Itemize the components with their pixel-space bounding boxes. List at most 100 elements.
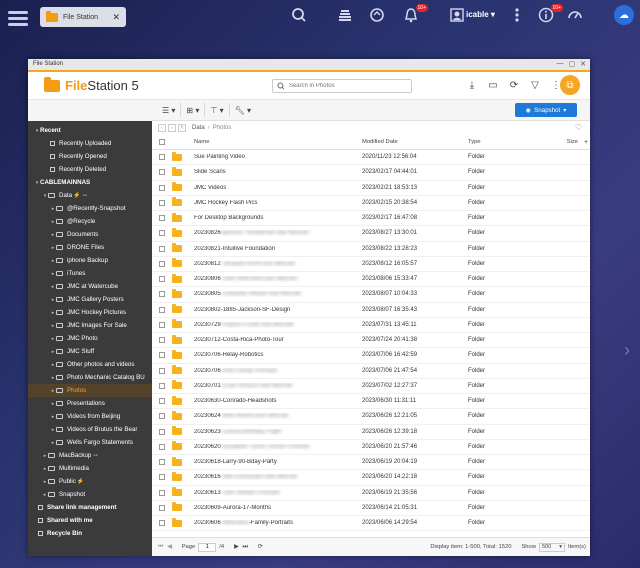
sidebar-item-data-child[interactable]: ▸ Videos of Brutus the Bear — [28, 423, 152, 436]
row-checkbox[interactable] — [159, 260, 165, 267]
row-checkbox[interactable] — [159, 276, 165, 283]
last-page-icon[interactable]: ⏭ — [243, 544, 248, 551]
sidebar-item-data-child[interactable]: ▸ Photo Mechanic Catalog BU — [28, 371, 152, 384]
row-checkbox[interactable] — [159, 352, 165, 359]
row-checkbox[interactable] — [159, 413, 165, 420]
sidebar-item-data-child[interactable]: ▸ Wells Fargo Statements — [28, 436, 152, 449]
first-page-icon[interactable]: ⏮ — [158, 544, 163, 551]
row-checkbox[interactable] — [159, 291, 165, 298]
sidebar-item-data[interactable]: ▾ Data ⚡ ▪▪ — [28, 189, 152, 202]
row-checkbox[interactable] — [159, 398, 165, 405]
sidebar-item-public[interactable]: ▸ Public ⚡ — [28, 475, 152, 488]
sidebar-item-data-child[interactable]: ▸ JMC Images For Sale — [28, 319, 152, 332]
row-checkbox[interactable] — [159, 504, 165, 511]
next-page-icon[interactable]: ▶ — [234, 544, 238, 550]
sidebar-item-data-child[interactable]: ▸ JMC Photo — [28, 332, 152, 345]
table-row[interactable]: 20230806-Seth-Weinstein-Bar-Mitzvah 2023/… — [152, 272, 590, 288]
search-icon[interactable] — [290, 6, 308, 24]
sidebar-item-shared-with-me[interactable]: Shared with me — [28, 514, 152, 527]
main-menu-icon[interactable] — [8, 8, 28, 28]
sidebar-item-data-child[interactable]: ▸ Photos — [28, 384, 152, 397]
row-checkbox[interactable] — [159, 215, 165, 222]
sidebar-item-data-child[interactable]: ▸ iphone Backup — [28, 254, 152, 267]
prev-page-icon[interactable]: ◀ — [167, 544, 171, 550]
chevron-right-icon[interactable]: › — [624, 340, 630, 361]
search-input[interactable] — [288, 83, 407, 89]
maximize-icon[interactable]: ▢ — [569, 60, 576, 68]
minimize-icon[interactable]: — — [557, 60, 564, 68]
table-row[interactable]: 20230624-Max-Marino-Bar-Mitzvah 2023/06/2… — [152, 409, 590, 425]
sync-icon[interactable] — [368, 6, 386, 24]
column-size[interactable]: Size — [556, 139, 584, 145]
sidebar-item-data-child[interactable]: ▸ iTunes — [28, 267, 152, 280]
select-all-checkbox[interactable] — [159, 139, 165, 145]
column-name[interactable]: Name — [194, 139, 362, 145]
row-checkbox[interactable] — [159, 230, 165, 237]
table-row[interactable]: 20230623-Louisa-Birthday-Flight 2023/06/2… — [152, 425, 590, 440]
table-row[interactable]: 20230802-1885-Jackson-SF-Design 2023/08/0… — [152, 303, 590, 318]
sidebar-item-data-child[interactable]: ▸ JMC Stuff — [28, 345, 152, 358]
create-folder-button[interactable]: ⊞ ▾ — [181, 103, 206, 117]
background-tasks-icon[interactable]: ⧉ — [560, 75, 580, 95]
table-row[interactable]: 20230821-Intuitive Foundation 2023/08/22 … — [152, 242, 590, 257]
row-checkbox[interactable] — [159, 306, 165, 313]
favorite-icon[interactable]: ♡ — [575, 123, 582, 132]
page-input[interactable] — [198, 542, 217, 552]
table-row[interactable]: 20230609-Aurora-17-Months 2023/06/14 21:0… — [152, 501, 590, 516]
sidebar-item-macbackup[interactable]: ▸ MacBackup ▪▪ — [28, 449, 152, 462]
more-options-icon[interactable] — [508, 6, 526, 24]
row-checkbox[interactable] — [159, 245, 165, 252]
sidebar-item-data-child[interactable]: ▸ JMC Hockey Pictures — [28, 306, 152, 319]
table-row[interactable]: 20230706-Relay-Robotics 2023/07/06 16:42:… — [152, 348, 590, 364]
sidebar-item-data-child[interactable]: ▸ JMC at Watercube — [28, 280, 152, 293]
view-mode-button[interactable]: ☰ ▾ — [152, 103, 182, 117]
table-row[interactable]: 20230613-Sam-Wexler-Portraits 2023/06/19 … — [152, 486, 590, 501]
row-checkbox[interactable] — [159, 428, 165, 435]
storage-icon[interactable]: ▭ — [487, 79, 499, 91]
table-row[interactable]: 20230618-Larry-90-Bday-Party 2023/06/19 2… — [152, 455, 590, 471]
user-icon[interactable] — [448, 6, 466, 24]
row-checkbox[interactable] — [159, 474, 165, 481]
table-row[interactable]: 20230826Spencer-Yandelman-Bar-Mitzvah 202… — [152, 226, 590, 242]
refresh-icon[interactable]: ⟳ — [508, 79, 520, 91]
sidebar-item-recently-uploaded[interactable]: Recently Uploaded — [28, 137, 152, 150]
upload-icon[interactable]: ⤓ — [466, 79, 478, 91]
breadcrumb-root[interactable]: Data — [192, 125, 205, 131]
sidebar-item-data-child[interactable]: ▸ @Recently-Snapshot — [28, 202, 152, 215]
sidebar-item-data-child[interactable]: ▸ Other photos and videos — [28, 358, 152, 371]
sidebar-nas-header[interactable]: ▾ CABLEMAINNAS — [28, 176, 152, 189]
sidebar-item-data-child[interactable]: ▸ DRONE Files — [28, 241, 152, 254]
close-window-icon[interactable]: ✕ — [580, 60, 586, 68]
notification-icon[interactable]: 10+ — [402, 4, 428, 24]
table-row[interactable]: Slide Scans 2023/02/17 04:44:01 Folder — [152, 165, 590, 181]
column-type[interactable]: Type — [468, 139, 556, 145]
table-row[interactable]: 20230701-Evan-Strauss-Bar-Mitzvah 2023/07… — [152, 379, 590, 394]
cloud-icon[interactable]: ☁ — [614, 5, 634, 25]
stack-icon[interactable] — [336, 6, 354, 24]
row-checkbox[interactable] — [159, 321, 165, 328]
row-checkbox[interactable] — [159, 154, 165, 161]
sidebar-item-recently-deleted[interactable]: Recently Deleted — [28, 163, 152, 176]
app-tab-file-station[interactable]: File Station ✕ — [40, 7, 126, 27]
back-icon[interactable]: ‹ — [158, 124, 166, 132]
row-checkbox[interactable] — [159, 382, 165, 389]
up-level-icon[interactable]: ↰ — [178, 124, 186, 132]
sidebar-item-recycle-bin[interactable]: Recycle Bin — [28, 527, 152, 540]
table-row[interactable]: 20230706-Holt-Family-Portraits 2023/07/06… — [152, 364, 590, 379]
row-checkbox[interactable] — [159, 367, 165, 374]
sidebar-item-data-child[interactable]: ▸ Documents — [28, 228, 152, 241]
sidebar-recent-header[interactable]: ▾ Recent — [28, 124, 152, 137]
table-row[interactable]: Sue Painting Video 2020/11/23 12:56:04 Fol… — [152, 150, 590, 166]
table-row[interactable]: JMC Videos 2023/02/21 18:53:13 Folder — [152, 181, 590, 196]
row-checkbox[interactable] — [159, 443, 165, 450]
sidebar-item-recently-opened[interactable]: Recently Opened — [28, 150, 152, 163]
snapshot-button[interactable]: ◉ Snapshot ▾ — [515, 103, 577, 117]
row-checkbox[interactable] — [159, 169, 165, 176]
table-row[interactable]: 20230805-Charlotte-Weiser-Bat-Mitzvah 202… — [152, 287, 590, 303]
items-per-page-select[interactable]: 500 ▾ — [538, 542, 565, 552]
sidebar-item-data-child[interactable]: ▸ Presentations — [28, 397, 152, 410]
refresh-icon[interactable]: ⟳ — [258, 544, 263, 550]
tools-button[interactable]: 🔧︎ ▾ — [230, 103, 256, 117]
sidebar-item-data-child[interactable]: ▸ JMC Gallery Posters — [28, 293, 152, 306]
user-name[interactable]: icable ▾ — [466, 10, 495, 19]
